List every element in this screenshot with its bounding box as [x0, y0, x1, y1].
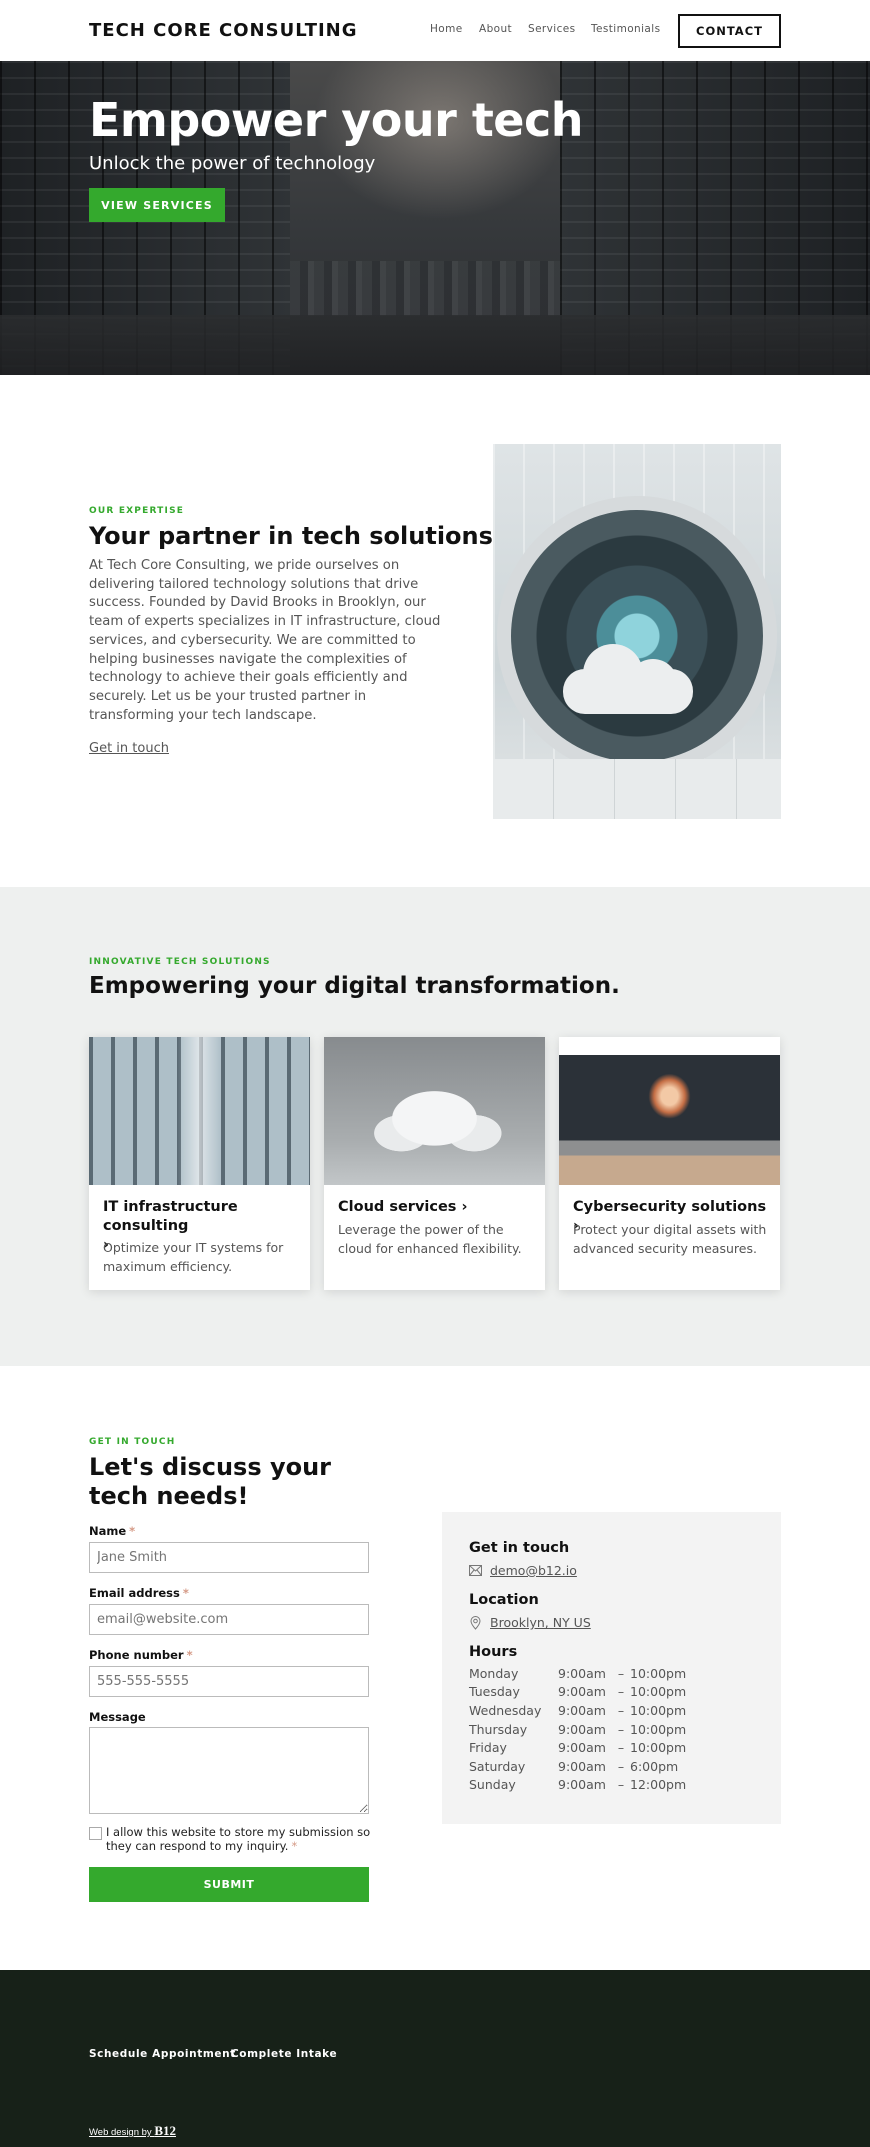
view-services-button[interactable]: VIEW SERVICES — [89, 188, 225, 222]
hero-bg-city — [290, 261, 560, 316]
message-label: Message — [89, 1710, 146, 1724]
hours-row: Saturday 9:00am –6:00pm — [469, 1758, 679, 1774]
email-line: demo@b12.io — [469, 1563, 577, 1578]
about-image — [493, 444, 781, 819]
phone-label: Phone number * — [89, 1648, 193, 1662]
get-in-touch-heading: Get in touch — [469, 1540, 570, 1556]
location-heading: Location — [469, 1592, 539, 1608]
complete-intake-link[interactable]: Complete Intake — [231, 2048, 337, 2060]
hero-title: Empower your tech — [89, 93, 584, 147]
hours-row: Tuesday 9:00am –10:00pm — [469, 1684, 687, 1700]
site-footer: Schedule Appointment Complete Intake Web… — [0, 1970, 870, 2147]
message-textarea[interactable] — [89, 1727, 369, 1814]
image-floor — [493, 759, 781, 819]
submit-button[interactable]: SUBMIT — [89, 1867, 369, 1902]
location-line: Brooklyn, NY US — [469, 1615, 591, 1630]
service-card-cloud[interactable]: Cloud services › Leverage the power of t… — [324, 1037, 545, 1290]
nav-services[interactable]: Services — [528, 23, 575, 35]
services-title: Empowering your digital transformation. — [89, 973, 620, 999]
b12-logo: B12 — [154, 2123, 176, 2138]
location-link[interactable]: Brooklyn, NY US — [490, 1615, 591, 1630]
service-card-cybersecurity[interactable]: Cybersecurity solutions › Protect your d… — [559, 1037, 780, 1290]
service-image-hallway — [89, 1037, 310, 1185]
required-asterisk: * — [182, 1586, 189, 1600]
hours-row: Thursday 9:00am –10:00pm — [469, 1721, 687, 1737]
email-link[interactable]: demo@b12.io — [490, 1563, 577, 1578]
contact-eyebrow: GET IN TOUCH — [89, 1437, 176, 1447]
service-card-it-infrastructure[interactable]: IT infrastructure consulting › Optimize y… — [89, 1037, 310, 1290]
service-image-cloud — [324, 1037, 545, 1185]
service-card-desc: Leverage the power of the cloud for enha… — [338, 1222, 522, 1256]
hero-bg-floor — [0, 315, 870, 375]
cloud-icon — [553, 634, 703, 714]
schedule-appointment-link[interactable]: Schedule Appointment — [89, 2048, 236, 2060]
required-asterisk: * — [186, 1648, 193, 1662]
mail-icon — [469, 1564, 482, 1577]
service-card-desc: Optimize your IT systems for maximum eff… — [103, 1240, 284, 1274]
required-asterisk: * — [129, 1524, 136, 1538]
phone-input[interactable] — [89, 1666, 369, 1697]
hours-row: Friday 9:00am –10:00pm — [469, 1740, 687, 1756]
service-image-laptop — [559, 1037, 780, 1185]
service-card-desc: Protect your digital assets with advance… — [573, 1222, 767, 1256]
email-input[interactable] — [89, 1604, 369, 1635]
consent-checkbox[interactable] — [89, 1827, 102, 1840]
hours-row: Wednesday 9:00am –10:00pm — [469, 1702, 687, 1718]
about-eyebrow: OUR EXPERTISE — [89, 506, 185, 516]
nav-about[interactable]: About — [479, 23, 512, 35]
required-asterisk: * — [291, 1839, 298, 1853]
get-in-touch-link[interactable]: Get in touch — [89, 741, 169, 756]
brand-logo[interactable]: TECH CORE CONSULTING — [89, 20, 358, 41]
email-label: Email address * — [89, 1586, 189, 1600]
contact-title: Let's discuss your tech needs! — [89, 1453, 332, 1510]
hero-subtitle: Unlock the power of technology — [89, 153, 376, 174]
consent-label: I allow this website to store my submiss… — [106, 1825, 371, 1853]
map-pin-icon — [469, 1615, 482, 1630]
services-eyebrow: INNOVATIVE TECH SOLUTIONS — [89, 957, 271, 967]
contact-button[interactable]: CONTACT — [678, 14, 781, 48]
contact-info-card: Get in touch demo@b12.io Location Brookl… — [442, 1512, 781, 1824]
name-input[interactable] — [89, 1542, 369, 1573]
hours-row: Monday 9:00am –10:00pm — [469, 1665, 687, 1681]
about-title: Your partner in tech solutions — [89, 522, 493, 550]
hours-heading: Hours — [469, 1644, 518, 1660]
service-card-title[interactable]: Cloud services › — [338, 1198, 538, 1217]
hours-row: Sunday 9:00am –12:00pm — [469, 1777, 687, 1793]
chevron-right-icon: › — [461, 1199, 468, 1215]
web-design-credit-link[interactable]: Web design by B12 — [89, 2123, 176, 2139]
nav-testimonials[interactable]: Testimonials — [591, 23, 660, 35]
about-body: At Tech Core Consulting, we pride oursel… — [89, 558, 441, 723]
nav-home[interactable]: Home — [430, 23, 463, 35]
name-label: Name * — [89, 1524, 136, 1538]
hours-table: Monday 9:00am –10:00pm Tuesday 9:00am –10:00… — [469, 1664, 686, 1794]
site-header: TECH CORE CONSULTING Home About Services… — [0, 0, 870, 61]
